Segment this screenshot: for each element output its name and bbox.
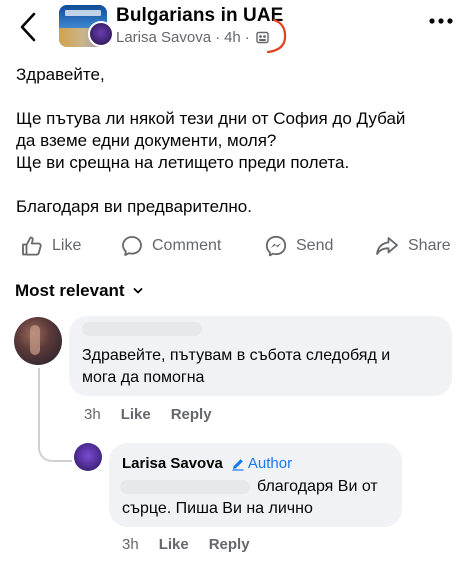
thumbs-up-icon: [22, 236, 42, 256]
meta-separator: ·: [215, 29, 221, 46]
pencil-icon: [232, 458, 244, 471]
post-author[interactable]: Larisa Savova: [116, 29, 211, 46]
sort-label: Most relevant: [15, 281, 125, 300]
commenter-avatar[interactable]: [14, 317, 62, 365]
author-badge-label: Author: [247, 455, 293, 472]
comment-button[interactable]: Comment: [120, 234, 221, 258]
post-greeting: Здравейте,: [16, 65, 105, 84]
reply-like-button[interactable]: Like: [159, 536, 189, 553]
share-arrow-icon: [376, 237, 398, 255]
redacted-commenter-name: [82, 322, 202, 336]
comment-line: мога да помогна: [82, 369, 205, 386]
reply-author-name[interactable]: Larisa Savova: [122, 455, 223, 472]
reply-text-line: сърце. Пиша Ви на лично: [122, 500, 313, 517]
like-button[interactable]: Like: [20, 234, 81, 258]
post-meta: Larisa Savova · 4h ·: [116, 29, 269, 46]
comment-text: Здравейте, пътувам в събота следобяд и м…: [82, 345, 448, 389]
more-dots-icon: [429, 18, 453, 24]
annotation-mark: [266, 18, 287, 54]
comment-meta: 3h Like Reply: [84, 406, 212, 423]
thread-connector: [38, 368, 72, 462]
send-button[interactable]: Send: [264, 234, 333, 258]
share-button[interactable]: Share: [374, 234, 451, 258]
post-line: Ще пътува ли някой тези дни от София до …: [16, 109, 406, 128]
post-line: да вземе едни документи, моля?: [16, 131, 277, 150]
author-badge: Author: [231, 455, 292, 472]
post-time[interactable]: 4h: [224, 29, 241, 46]
chevron-down-icon: [133, 288, 142, 294]
post-action-bar: Like Comment Send Share: [0, 230, 474, 268]
post-line: Ще ви срещна на летището преди полета.: [16, 153, 350, 172]
comment-label: Comment: [152, 237, 222, 254]
meta-separator-2: ·: [244, 29, 250, 46]
send-label: Send: [296, 237, 334, 254]
post-body: Здравейте, Ще пътува ли някой тези дни о…: [16, 64, 466, 218]
reply-time: 3h: [122, 536, 139, 553]
comment-sort-dropdown[interactable]: Most relevant: [15, 281, 143, 301]
reply-header: Larisa Savova Author: [122, 455, 292, 472]
reply-reply-button[interactable]: Reply: [209, 536, 250, 553]
comment-like-button[interactable]: Like: [121, 406, 151, 423]
reply-meta: 3h Like Reply: [122, 536, 250, 553]
reply-author-avatar[interactable]: [74, 443, 102, 471]
messenger-icon: [265, 235, 287, 257]
like-label: Like: [52, 237, 82, 254]
comment-reply-button[interactable]: Reply: [171, 406, 212, 423]
comment-icon: [122, 236, 142, 256]
author-avatar[interactable]: [88, 21, 114, 47]
chevron-left-icon: [20, 12, 36, 42]
group-name[interactable]: Bulgarians in UAE: [116, 5, 283, 27]
comment-line: Здравейте, пътувам в събота следобяд и: [82, 347, 391, 364]
post-closing: Благодаря ви предварително.: [16, 197, 252, 216]
back-button[interactable]: [16, 10, 42, 44]
redacted-mention: [120, 480, 250, 494]
share-label: Share: [408, 237, 451, 254]
comment-time: 3h: [84, 406, 101, 423]
reply-text-line: благодаря Ви от: [257, 478, 378, 495]
more-options-button[interactable]: [427, 14, 457, 28]
